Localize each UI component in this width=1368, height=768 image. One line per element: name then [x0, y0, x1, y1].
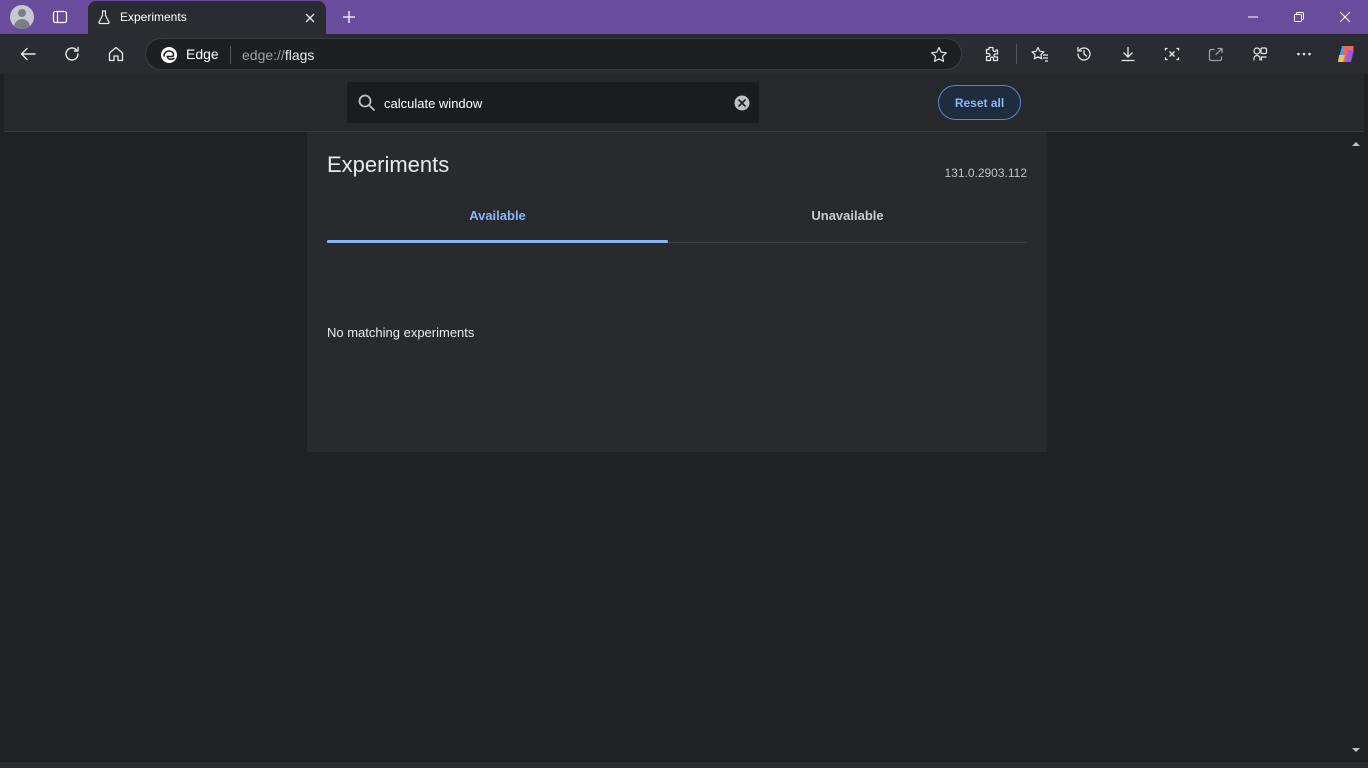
- window-close-icon: [1339, 11, 1351, 23]
- restore-button[interactable]: [1276, 0, 1322, 34]
- window-bottom-edge: [0, 762, 1368, 768]
- extensions-button[interactable]: [975, 38, 1007, 70]
- screenshot-button[interactable]: [1156, 38, 1188, 70]
- minimize-icon: [1248, 16, 1258, 18]
- share-icon: [1208, 47, 1223, 62]
- experiments-panel: Experiments 131.0.2903.112 Available Una…: [307, 132, 1047, 452]
- tab-unavailable[interactable]: Unavailable: [668, 208, 1027, 242]
- clear-search-icon[interactable]: [733, 94, 751, 112]
- flask-icon: [98, 10, 110, 25]
- flags-header: Reset all: [4, 74, 1364, 132]
- more-icon: [1297, 52, 1311, 56]
- plus-icon: [343, 11, 355, 23]
- new-tab-button[interactable]: [336, 4, 362, 30]
- restore-icon: [1294, 12, 1304, 22]
- reset-all-button[interactable]: Reset all: [938, 85, 1021, 120]
- address-bar-divider: [230, 46, 231, 64]
- download-icon: [1121, 46, 1135, 62]
- screenshot-icon: [1164, 47, 1180, 61]
- edge-logo-icon: [161, 47, 177, 63]
- version-label: 131.0.2903.112: [944, 166, 1027, 180]
- tab-actions-icon[interactable]: [38, 0, 82, 34]
- extensions-icon: [985, 46, 999, 62]
- address-bar[interactable]: Edge edge://flags: [145, 38, 962, 70]
- close-icon[interactable]: [302, 10, 318, 26]
- refresh-button[interactable]: [56, 38, 88, 70]
- address-bar-url[interactable]: edge://flags: [242, 47, 314, 63]
- search-box[interactable]: [347, 82, 759, 123]
- browser-tab-experiments[interactable]: Experiments: [88, 1, 326, 34]
- tab-available[interactable]: Available: [327, 208, 668, 242]
- window-close-button[interactable]: [1322, 0, 1368, 34]
- favorites-button[interactable]: [1024, 38, 1056, 70]
- address-bar-brand: Edge: [186, 46, 219, 62]
- search-input[interactable]: [384, 92, 724, 114]
- copilot-button[interactable]: [1330, 38, 1362, 70]
- home-button[interactable]: [100, 38, 132, 70]
- favorites-icon: [1031, 46, 1048, 62]
- search-icon: [358, 94, 375, 111]
- window-titlebar: Experiments: [0, 0, 1368, 34]
- more-button[interactable]: [1288, 38, 1320, 70]
- share-button[interactable]: [1200, 38, 1232, 70]
- profile-avatar-icon[interactable]: [10, 5, 34, 29]
- refresh-icon: [65, 46, 79, 61]
- page-title: Experiments: [327, 152, 450, 177]
- workspaces-button[interactable]: [1244, 38, 1276, 70]
- browser-toolbar: Edge edge://flags: [0, 34, 1368, 74]
- minimize-button[interactable]: [1230, 0, 1276, 34]
- workspaces-icon: [1253, 47, 1268, 61]
- active-tab-indicator: [327, 240, 668, 243]
- star-icon[interactable]: [929, 45, 949, 65]
- back-button[interactable]: [12, 38, 44, 70]
- empty-state-message: No matching experiments: [327, 325, 475, 340]
- tab-title: Experiments: [120, 10, 187, 24]
- scroll-down-icon[interactable]: [1350, 744, 1362, 756]
- home-icon: [108, 46, 124, 62]
- toolbar-divider: [1016, 44, 1017, 64]
- history-button[interactable]: [1068, 38, 1100, 70]
- scroll-up-icon[interactable]: [1350, 138, 1362, 150]
- back-icon: [20, 47, 36, 61]
- history-icon: [1077, 46, 1091, 61]
- downloads-button[interactable]: [1112, 38, 1144, 70]
- copilot-icon: [1338, 46, 1354, 62]
